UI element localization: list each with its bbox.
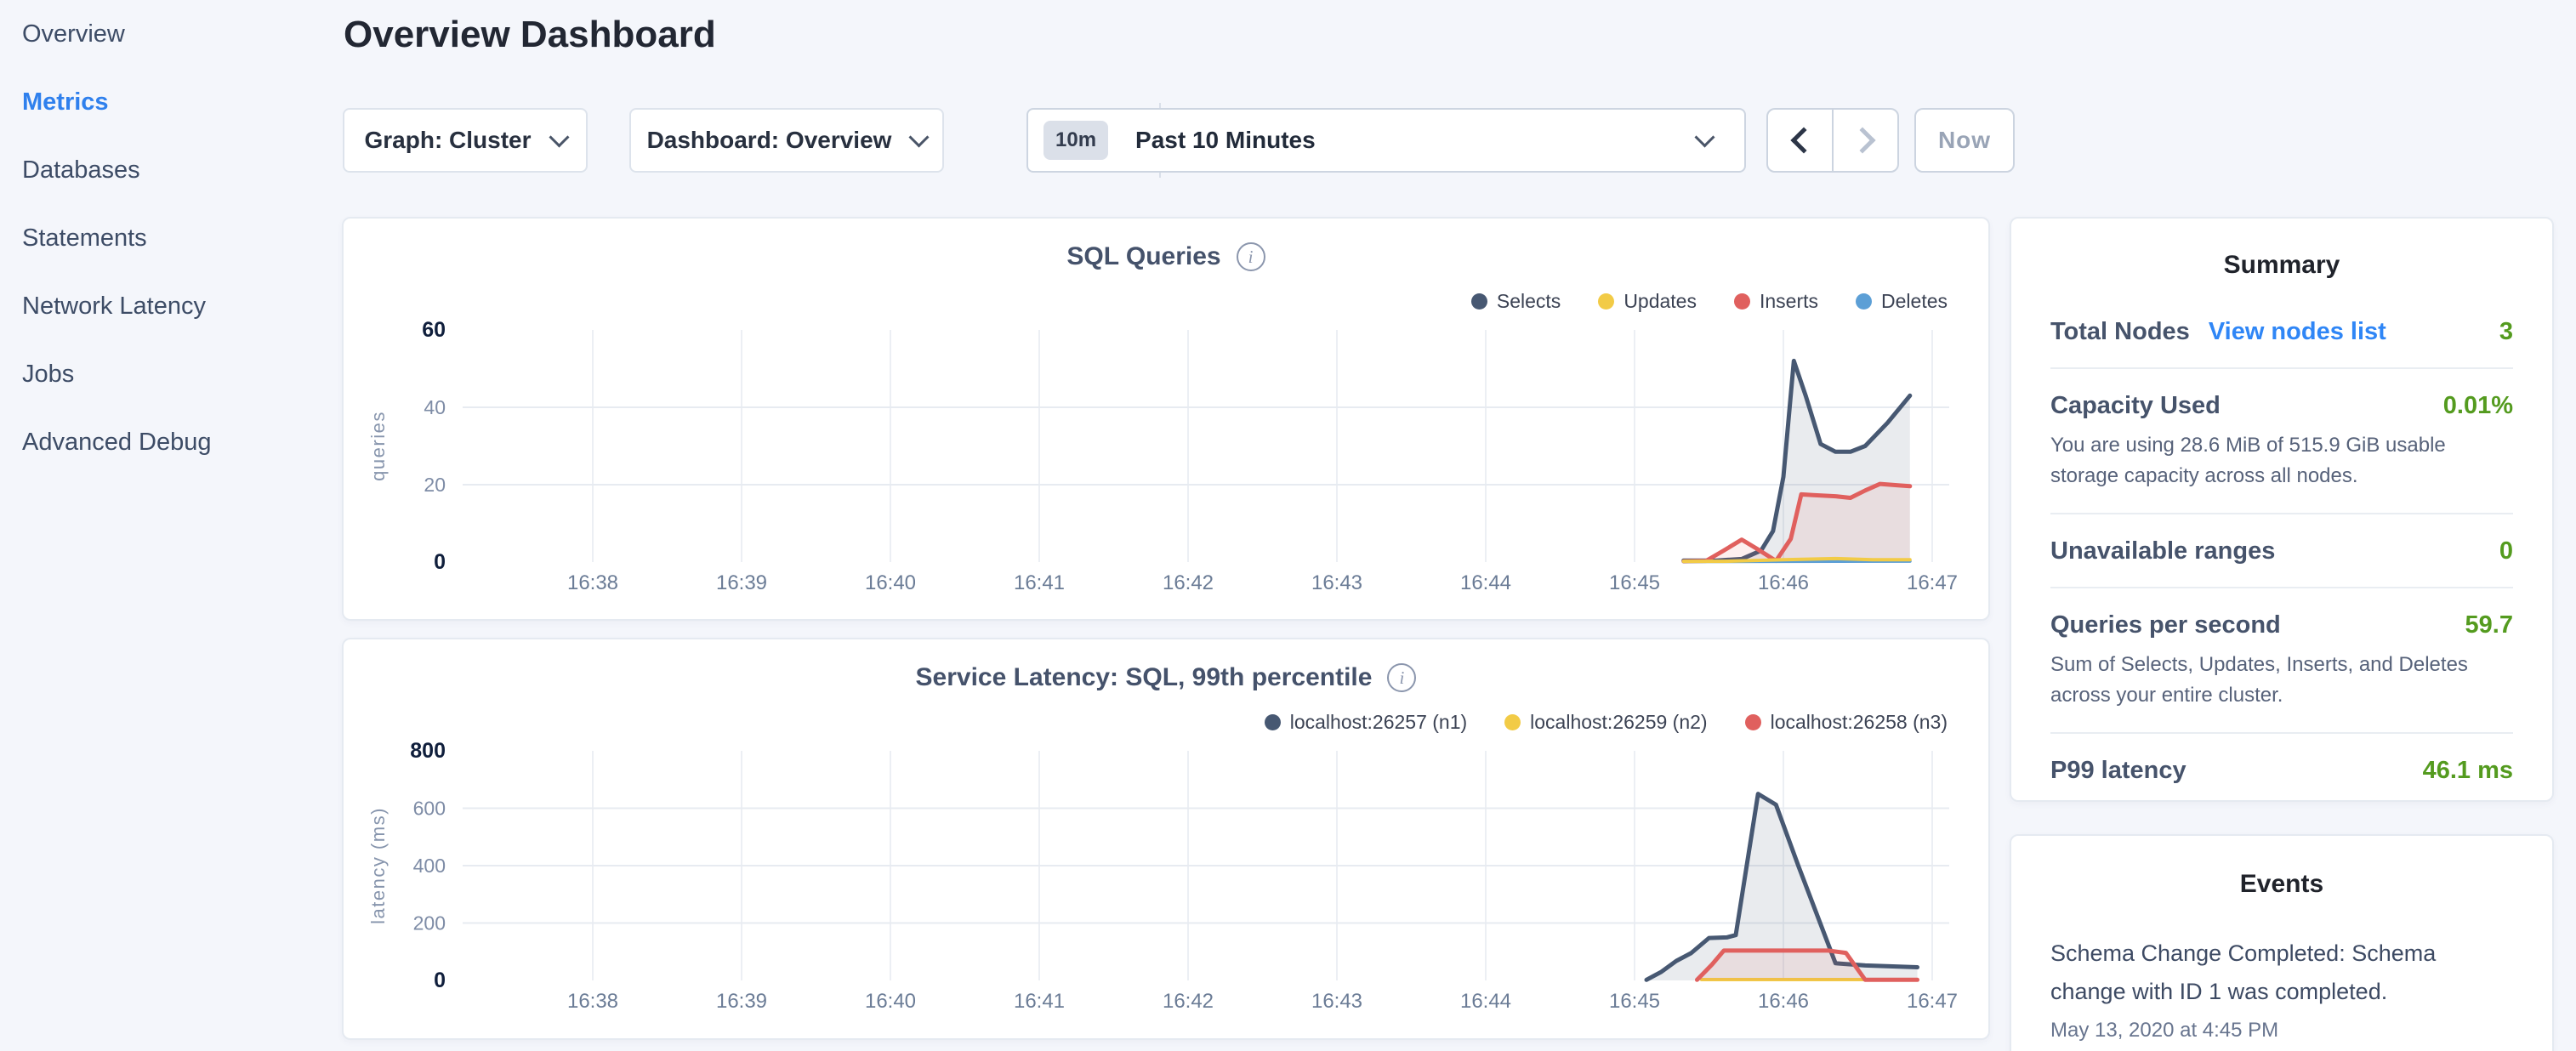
x-tick-label: 16:39 xyxy=(716,571,767,594)
total-nodes-value: 3 xyxy=(2499,318,2513,346)
chevron-down-icon xyxy=(549,127,569,147)
x-tick-label: 16:43 xyxy=(1311,571,1362,594)
dashboard-dropdown[interactable]: Dashboard: Overview xyxy=(629,108,944,173)
x-tick-label: 16:40 xyxy=(865,990,916,1013)
x-tick-label: 16:43 xyxy=(1311,990,1362,1013)
events-panel: Events Schema Change Completed: Schema c… xyxy=(2010,834,2554,1051)
x-tick-label: 16:40 xyxy=(865,571,916,594)
chevron-right-icon xyxy=(1849,127,1875,153)
summary-row-unavailable-ranges: Unavailable ranges 0 xyxy=(2050,514,2513,588)
event-item-timestamp: May 13, 2020 at 4:45 PM xyxy=(2050,1019,2513,1042)
summary-title: Summary xyxy=(2050,251,2513,280)
y-tick-label: 400 xyxy=(413,855,446,877)
summary-panel: Summary Total Nodes View nodes list 3 Ca… xyxy=(2010,217,2554,802)
x-tick-label: 16:41 xyxy=(1014,571,1065,594)
time-step-button-group xyxy=(1766,108,1899,173)
sql-queries-chart[interactable]: 16:38 16:39 16:40 16:41 16:42 16:43 16:44 16:45… xyxy=(344,219,1988,619)
x-tick-label: 16:47 xyxy=(1907,571,1958,594)
sidebar-item-advanced-debug[interactable]: Advanced Debug xyxy=(0,408,340,476)
sidebar-item-metrics[interactable]: Metrics xyxy=(0,68,340,136)
sidebar-item-overview[interactable]: Overview xyxy=(0,0,340,68)
queries-per-second-label: Queries per second xyxy=(2050,611,2281,639)
sql-queries-chart-card: SQL Queries i SelectsUpdatesInsertsDelet… xyxy=(342,217,1990,621)
y-tick-label: 200 xyxy=(413,912,446,935)
chevron-down-icon xyxy=(909,127,930,147)
event-item-text[interactable]: Schema Change Completed: Schema change w… xyxy=(2050,935,2513,1010)
x-tick-label: 16:39 xyxy=(716,990,767,1013)
sidebar-nav: OverviewMetricsDatabasesStatementsNetwor… xyxy=(0,0,340,476)
x-tick-label: 16:46 xyxy=(1758,990,1809,1013)
page-title: Overview Dashboard xyxy=(344,14,716,56)
sidebar-item-statements[interactable]: Statements xyxy=(0,204,340,272)
x-tick-label: 16:38 xyxy=(567,571,618,594)
p99-latency-value: 46.1 ms xyxy=(2423,757,2513,785)
service-latency-chart[interactable]: 16:38 16:39 16:40 16:41 16:42 16:43 16:44 16:45… xyxy=(344,639,1988,1038)
summary-row-queries-per-second: Queries per second 59.7 Sum of Selects, … xyxy=(2050,588,2513,734)
sidebar-item-network-latency[interactable]: Network Latency xyxy=(0,272,340,340)
x-tick-label: 16:45 xyxy=(1609,990,1660,1013)
y-tick-label: 40 xyxy=(424,396,446,418)
chevron-down-icon xyxy=(1694,127,1714,147)
time-range-badge: 10m xyxy=(1043,121,1108,160)
queries-per-second-description: Sum of Selects, Updates, Inserts, and De… xyxy=(2050,650,2513,711)
sidebar-item-databases[interactable]: Databases xyxy=(0,136,340,204)
summary-row-p99-latency: P99 latency 46.1 ms xyxy=(2050,734,2513,806)
y-tick-label: 0 xyxy=(434,550,446,574)
x-tick-label: 16:44 xyxy=(1460,571,1511,594)
unavailable-ranges-label: Unavailable ranges xyxy=(2050,537,2275,565)
now-button[interactable]: Now xyxy=(1914,108,2015,173)
graph-scope-dropdown[interactable]: Graph: Cluster xyxy=(343,108,588,173)
time-range-selector[interactable]: 10m Past 10 Minutes xyxy=(1026,108,1746,173)
x-tick-label: 16:44 xyxy=(1460,990,1511,1013)
time-range-label: Past 10 Minutes xyxy=(1135,127,1697,154)
time-step-back-button[interactable] xyxy=(1768,110,1834,171)
y-tick-label: 0 xyxy=(434,969,446,992)
view-nodes-list-link[interactable]: View nodes list xyxy=(2209,318,2386,346)
time-step-forward-button[interactable] xyxy=(1834,110,1897,171)
y-axis-label: queries xyxy=(367,411,389,481)
queries-per-second-value: 59.7 xyxy=(2465,611,2513,639)
graph-scope-dropdown-label: Graph: Cluster xyxy=(364,127,531,154)
sidebar-item-jobs[interactable]: Jobs xyxy=(0,340,340,408)
p99-latency-label: P99 latency xyxy=(2050,757,2186,785)
dashboard-dropdown-label: Dashboard: Overview xyxy=(647,127,892,154)
y-tick-label: 600 xyxy=(413,798,446,820)
x-tick-label: 16:46 xyxy=(1758,571,1809,594)
capacity-used-label: Capacity Used xyxy=(2050,392,2221,420)
x-tick-label: 16:45 xyxy=(1609,571,1660,594)
y-tick-label: 60 xyxy=(422,318,446,342)
x-tick-label: 16:41 xyxy=(1014,990,1065,1013)
events-title: Events xyxy=(2050,870,2513,899)
y-tick-label: 20 xyxy=(424,474,446,496)
summary-row-total-nodes: Total Nodes View nodes list 3 xyxy=(2050,295,2513,369)
service-latency-chart-card: Service Latency: SQL, 99th percentile i … xyxy=(342,638,1990,1040)
x-tick-label: 16:42 xyxy=(1163,990,1214,1013)
total-nodes-label: Total Nodes xyxy=(2050,318,2190,346)
capacity-used-description: You are using 28.6 MiB of 515.9 GiB usab… xyxy=(2050,430,2513,491)
x-tick-label: 16:42 xyxy=(1163,571,1214,594)
overview-dashboard-page: OverviewMetricsDatabasesStatementsNetwor… xyxy=(0,0,2576,1051)
y-axis-label: latency (ms) xyxy=(367,807,389,924)
unavailable-ranges-value: 0 xyxy=(2499,537,2513,565)
y-tick-label: 800 xyxy=(410,739,446,763)
summary-row-capacity-used: Capacity Used 0.01% You are using 28.6 M… xyxy=(2050,369,2513,514)
x-tick-label: 16:38 xyxy=(567,990,618,1013)
chevron-left-icon xyxy=(1790,127,1817,153)
x-tick-label: 16:47 xyxy=(1907,990,1958,1013)
capacity-used-value: 0.01% xyxy=(2443,392,2513,420)
